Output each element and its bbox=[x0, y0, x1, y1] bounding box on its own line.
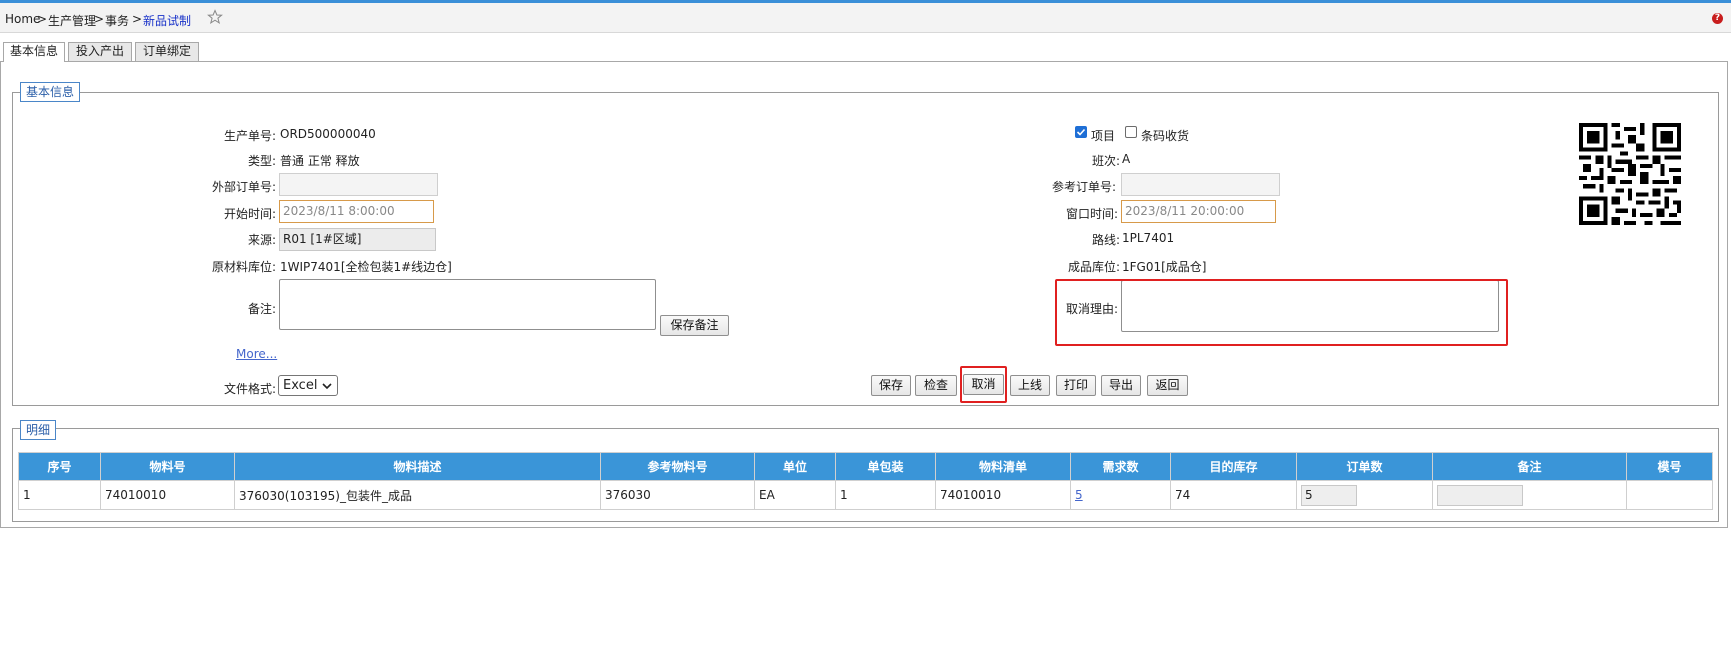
column-header-uom[interactable]: 单位 bbox=[754, 452, 836, 481]
start-time-input[interactable]: 2023/8/11 8:00:00 bbox=[279, 200, 434, 223]
remark-input[interactable] bbox=[1437, 484, 1523, 506]
print-button[interactable]: 打印 bbox=[1056, 375, 1096, 396]
qr-code-icon bbox=[1579, 123, 1681, 225]
star-icon[interactable] bbox=[207, 9, 223, 25]
column-header-bom[interactable]: 物料清单 bbox=[935, 452, 1071, 481]
breadcrumb: Home > 生产管理 > 事务 > 新品试制 ? bbox=[0, 3, 1731, 33]
breadcrumb-transaction[interactable]: 事务 bbox=[105, 12, 129, 29]
prod-order-label: 生产单号: bbox=[223, 129, 276, 143]
table-header-row: 序号 物料号 物料描述 参考物料号 单位 单包装 物料清单 需求数 目的库存 订… bbox=[18, 452, 1713, 481]
cell-order-qty: 5 bbox=[1296, 480, 1433, 510]
cell-item: 74010010 bbox=[100, 480, 235, 510]
cell-unit-pack: 1 bbox=[835, 480, 936, 510]
export-button[interactable]: 导出 bbox=[1101, 375, 1141, 396]
column-header-unit-pack[interactable]: 单包装 bbox=[835, 452, 936, 481]
breadcrumb-separator: > bbox=[37, 12, 48, 26]
checkmark-icon bbox=[1076, 128, 1086, 136]
remark-label: 备注: bbox=[247, 302, 276, 316]
help-icon[interactable]: ? bbox=[1712, 13, 1723, 24]
raw-loc-label: 原材料库位: bbox=[211, 260, 276, 274]
order-qty-input[interactable]: 5 bbox=[1301, 484, 1357, 506]
cell-bom: 74010010 bbox=[935, 480, 1071, 510]
ext-order-label: 外部订单号: bbox=[211, 180, 276, 194]
breadcrumb-separator: > bbox=[94, 12, 105, 26]
online-button[interactable]: 上线 bbox=[1010, 375, 1050, 396]
source-input[interactable]: R01 [1#区域] bbox=[279, 228, 436, 251]
ref-order-label: 参考订单号: bbox=[1051, 180, 1116, 194]
column-header-ref-item[interactable]: 参考物料号 bbox=[600, 452, 755, 481]
cell-mold bbox=[1626, 480, 1713, 510]
shift-value: A bbox=[1122, 152, 1131, 166]
source-label: 来源: bbox=[247, 233, 276, 247]
cell-dest-loc: 74 bbox=[1170, 480, 1297, 510]
cell-req-qty: 5 bbox=[1070, 480, 1171, 510]
raw-loc-value: 1WIP7401[全检包装1#线边仓] bbox=[280, 260, 452, 274]
column-header-order-qty[interactable]: 订单数 bbox=[1296, 452, 1433, 481]
breadcrumb-current[interactable]: 新品试制 bbox=[143, 12, 191, 29]
breadcrumb-separator: > bbox=[132, 12, 143, 26]
column-header-remark[interactable]: 备注 bbox=[1432, 452, 1627, 481]
remark-textarea[interactable] bbox=[279, 279, 656, 330]
check-button[interactable]: 检查 bbox=[915, 375, 957, 396]
tab-basic-info[interactable]: 基本信息 bbox=[3, 42, 65, 62]
file-format-select[interactable]: Excel bbox=[278, 375, 338, 396]
column-header-item[interactable]: 物料号 bbox=[100, 452, 235, 481]
cancel-reason-highlight bbox=[1055, 279, 1508, 346]
detail-legend: 明细 bbox=[20, 420, 57, 440]
req-qty-link[interactable]: 5 bbox=[1075, 488, 1083, 502]
type-label: 类型: bbox=[247, 154, 276, 168]
ref-order-input[interactable] bbox=[1121, 173, 1280, 196]
ext-order-input[interactable] bbox=[279, 173, 438, 196]
table-row[interactable]: 1 74010010 376030(103195)_包装件_成品 376030 … bbox=[18, 480, 1713, 510]
cell-seq: 1 bbox=[18, 480, 101, 510]
barcode-receipt-checkbox[interactable] bbox=[1125, 126, 1137, 138]
column-header-dest-loc[interactable]: 目的库存 bbox=[1170, 452, 1297, 481]
barcode-receipt-label: 条码收货 bbox=[1141, 129, 1190, 143]
fg-loc-value: 1FG01[成品仓] bbox=[1122, 260, 1207, 274]
breadcrumb-production[interactable]: 生产管理 bbox=[48, 12, 96, 29]
save-remark-button[interactable]: 保存备注 bbox=[660, 315, 729, 336]
cell-remark bbox=[1432, 480, 1627, 510]
column-header-seq[interactable]: 序号 bbox=[18, 452, 101, 481]
breadcrumb-home[interactable]: Home bbox=[5, 12, 40, 26]
cell-uom: EA bbox=[754, 480, 836, 510]
prod-order-value: ORD500000040 bbox=[280, 127, 376, 141]
back-button[interactable]: 返回 bbox=[1147, 375, 1188, 396]
shift-label: 班次: bbox=[1091, 154, 1120, 168]
file-format-value: Excel bbox=[283, 378, 318, 393]
cancel-button-highlight bbox=[960, 366, 1007, 403]
column-header-mold[interactable]: 模号 bbox=[1626, 452, 1713, 481]
basic-info-legend: 基本信息 bbox=[20, 82, 81, 102]
type-value: 普通 正常 释放 bbox=[280, 154, 360, 168]
cell-desc: 376030(103195)_包装件_成品 bbox=[234, 480, 601, 510]
column-header-desc[interactable]: 物料描述 bbox=[234, 452, 601, 481]
project-label: 项目 bbox=[1091, 129, 1116, 143]
tab-input-output[interactable]: 投入产出 bbox=[68, 42, 132, 61]
chevron-down-icon bbox=[322, 383, 332, 390]
start-time-label: 开始时间: bbox=[223, 207, 276, 221]
cell-ref-item: 376030 bbox=[600, 480, 755, 510]
project-checkbox[interactable] bbox=[1075, 126, 1087, 138]
fg-loc-label: 成品库位: bbox=[1067, 260, 1120, 274]
more-link[interactable]: More... bbox=[236, 347, 277, 361]
column-header-req-qty[interactable]: 需求数 bbox=[1070, 452, 1171, 481]
file-format-label: 文件格式: bbox=[223, 382, 276, 396]
save-button[interactable]: 保存 bbox=[871, 375, 911, 396]
window-time-label: 窗口时间: bbox=[1065, 207, 1118, 221]
detail-table: 序号 物料号 物料描述 参考物料号 单位 单包装 物料清单 需求数 目的库存 订… bbox=[18, 452, 1713, 510]
route-label: 路线: bbox=[1091, 233, 1120, 247]
route-value: 1PL7401 bbox=[1122, 231, 1175, 245]
window-time-input[interactable]: 2023/8/11 20:00:00 bbox=[1121, 200, 1276, 223]
tab-order-binding[interactable]: 订单绑定 bbox=[135, 42, 199, 61]
